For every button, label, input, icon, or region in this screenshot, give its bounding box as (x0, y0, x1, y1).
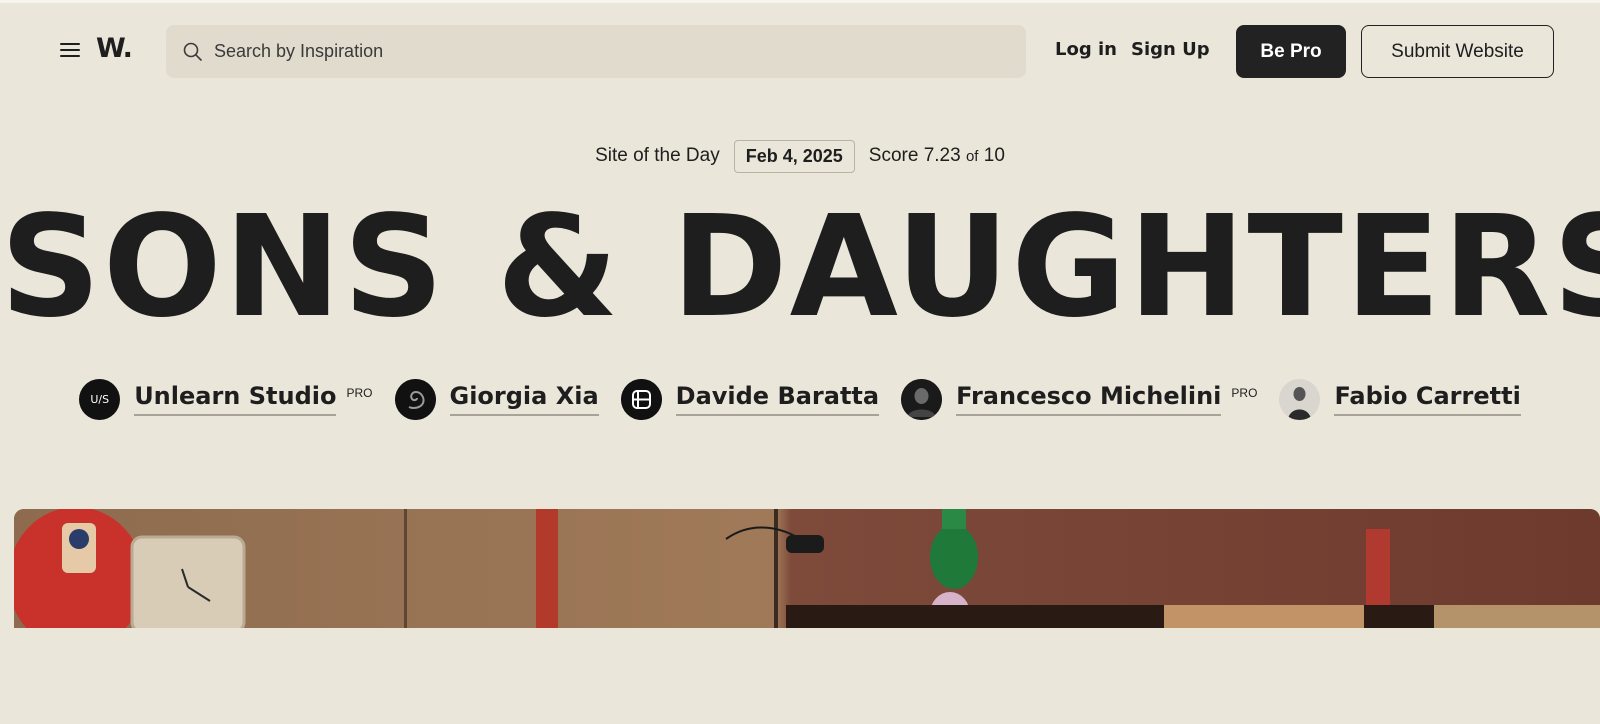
score: Score 7.23 of 10 (869, 145, 1005, 167)
search-input[interactable] (214, 25, 1004, 78)
pro-badge: PRO (346, 386, 373, 400)
site-logo[interactable]: W. (96, 33, 133, 64)
score-of: of (965, 148, 979, 165)
credit-name[interactable]: Francesco Michelini (956, 382, 1222, 416)
credit-davide-baratta[interactable]: Davide Baratta (620, 378, 880, 420)
award-label: Site of the Day (595, 145, 720, 166)
search-bar[interactable] (166, 25, 1026, 78)
credit-francesco-michelini[interactable]: Francesco Michelini PRO (901, 378, 1258, 420)
score-value: Score 7.23 (868, 145, 961, 166)
score-max: 10 (983, 145, 1005, 166)
avatar (620, 378, 662, 420)
signup-link[interactable]: Sign Up (1131, 39, 1210, 60)
credit-unlearn-studio[interactable]: U/S Unlearn Studio PRO (79, 378, 373, 420)
credit-giorgia-xia[interactable]: Giorgia Xia (394, 378, 599, 420)
submit-website-button[interactable]: Submit Website (1361, 25, 1554, 78)
avatar-initials: U/S (90, 392, 110, 406)
avatar (394, 378, 436, 420)
credit-name[interactable]: Unlearn Studio (134, 382, 337, 416)
site-preview-image[interactable] (14, 509, 1600, 628)
award-date-badge[interactable]: Feb 4, 2025 (733, 139, 855, 173)
pro-badge: PRO (1231, 386, 1258, 400)
avatar (901, 378, 943, 420)
avatar: U/S (79, 378, 121, 420)
credits-list: U/S Unlearn Studio PRO Giorgia Xia David… (0, 375, 1600, 423)
credit-name[interactable]: Davide Baratta (675, 382, 880, 416)
search-icon (183, 42, 202, 61)
portrait-avatar-icon (1279, 378, 1321, 420)
db-monogram-avatar-icon (620, 378, 662, 420)
portrait-avatar-icon (901, 378, 943, 420)
swan-avatar-icon (394, 378, 436, 420)
credit-fabio-carretti[interactable]: Fabio Carretti (1279, 378, 1521, 420)
preview-photo (14, 509, 1600, 628)
credit-name[interactable]: Fabio Carretti (1334, 382, 1521, 416)
login-link[interactable]: Log in (1055, 39, 1117, 60)
credit-name[interactable]: Giorgia Xia (449, 382, 599, 416)
top-navigation: W. Log in Sign Up Be Pro Submit Website (0, 3, 1600, 99)
hamburger-menu-icon[interactable] (58, 39, 82, 61)
be-pro-button[interactable]: Be Pro (1236, 25, 1346, 78)
avatar (1279, 378, 1321, 420)
award-info: Site of the Day Feb 4, 2025 Score 7.23 o… (0, 139, 1600, 173)
site-title: SONS & DAUGHTERS (0, 186, 1600, 349)
page: W. Log in Sign Up Be Pro Submit Website … (0, 0, 1600, 724)
